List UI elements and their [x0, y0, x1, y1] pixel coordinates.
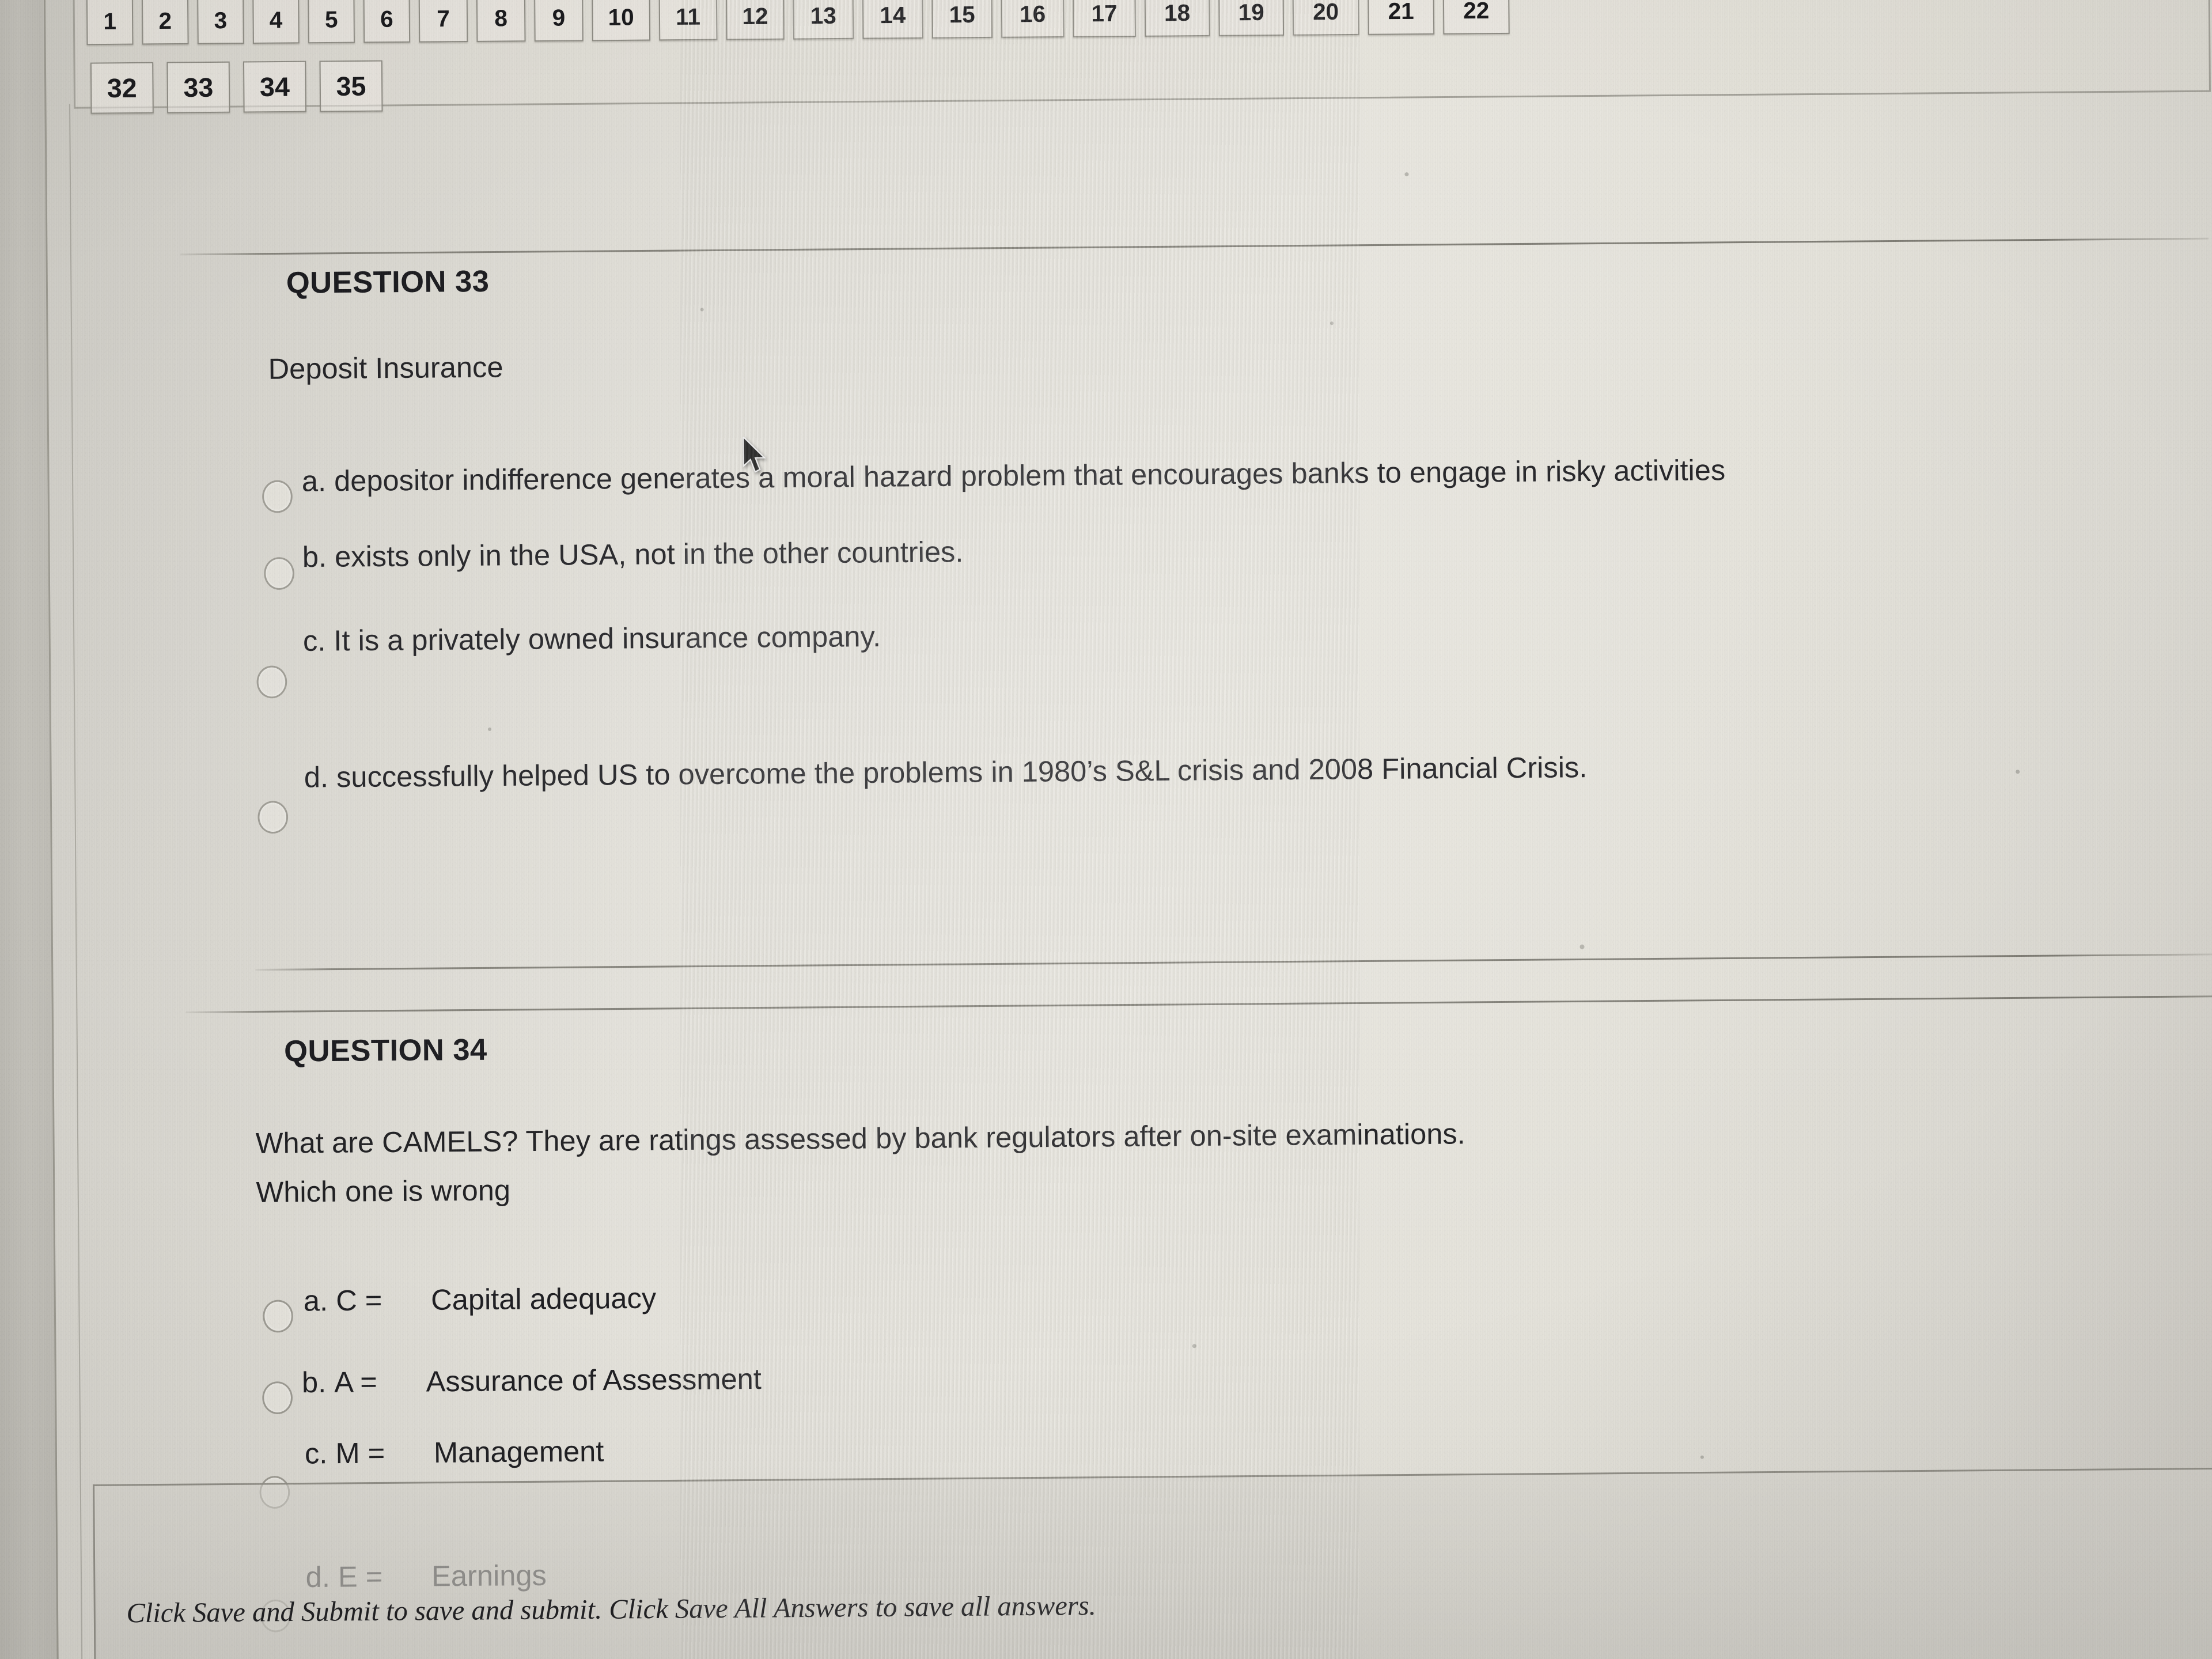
question-33-option-a-label: a. depositor indifference generates a mo…: [301, 453, 1726, 498]
question-nav-button-10[interactable]: 10: [592, 0, 651, 41]
question-nav-button-34[interactable]: 34: [243, 60, 306, 113]
question-nav-button-5[interactable]: 5: [308, 0, 355, 44]
radio-button-q34-b[interactable]: [262, 1381, 293, 1415]
divider-below-question-33: [255, 953, 2212, 971]
question-nav-button-14[interactable]: 14: [862, 0, 923, 39]
screen-photo: 1 2 3 4 5 6 7 8 9 10 11 12 13 14 15 16 17 18 19 20 21 22 32 33…: [0, 0, 2212, 1659]
question-33-stem: Deposit Insurance: [268, 350, 503, 385]
q34-c-value: Management: [433, 1434, 604, 1469]
submit-panel: [93, 1467, 2212, 1659]
question-nav-button-17[interactable]: 17: [1073, 0, 1137, 37]
question-navigator[interactable]: 1 2 3 4 5 6 7 8 9 10 11 12 13 14 15 16 17 18 19 20 21 22 32 33…: [73, 0, 2211, 114]
question-33-option-b-label: b. exists only in the USA, not in the ot…: [302, 535, 964, 574]
question-nav-button-12[interactable]: 12: [726, 0, 785, 40]
q34-b-key: A =: [334, 1365, 378, 1399]
question-34-option-c-label: c. M = Management: [305, 1434, 604, 1471]
radio-button-q33-c[interactable]: [256, 665, 287, 699]
question-navigator-row-1[interactable]: 1 2 3 4 5 6 7 8 9 10 11 12 13 14 15 16 17 18 19 20 21 22: [86, 0, 1510, 46]
radio-button-q33-a[interactable]: [262, 480, 293, 513]
question-nav-button-8[interactable]: 8: [476, 0, 526, 42]
question-nav-button-22[interactable]: 22: [1442, 0, 1510, 35]
question-nav-button-18[interactable]: 18: [1144, 0, 1210, 37]
divider-above-question-34: [185, 994, 2212, 1013]
question-nav-button-19[interactable]: 19: [1218, 0, 1285, 36]
question-nav-button-1[interactable]: 1: [86, 0, 134, 46]
question-nav-button-33[interactable]: 33: [166, 61, 230, 113]
question-33-option-c-label: c. It is a privately owned insurance com…: [302, 620, 881, 657]
question-nav-button-21[interactable]: 21: [1368, 0, 1435, 35]
question-nav-button-15[interactable]: 15: [931, 0, 993, 39]
q34-c-prefix: c.: [304, 1437, 328, 1470]
question-nav-button-32[interactable]: 32: [90, 62, 154, 114]
radio-button-q34-a[interactable]: [263, 1300, 294, 1333]
question-33-option-d-label: d. successfully helped US to overcome th…: [304, 751, 1588, 794]
q34-a-value: Capital adequacy: [430, 1282, 657, 1316]
question-navigator-row-2[interactable]: 32 33 34 35: [90, 60, 383, 114]
divider-above-question-33: [180, 237, 2209, 256]
question-nav-button-3[interactable]: 3: [197, 0, 244, 44]
radio-button-q33-d[interactable]: [257, 801, 289, 834]
question-nav-button-2[interactable]: 2: [142, 0, 189, 45]
q34-c-key: M =: [335, 1436, 385, 1470]
mouse-cursor-icon: [743, 437, 766, 473]
q34-a-prefix: a.: [303, 1284, 328, 1317]
question-nav-button-6[interactable]: 6: [363, 0, 411, 43]
question-nav-button-9[interactable]: 9: [534, 0, 584, 42]
question-nav-button-16[interactable]: 16: [1001, 0, 1065, 38]
question-33-heading: QUESTION 33: [286, 264, 490, 300]
question-nav-button-4[interactable]: 4: [252, 0, 300, 44]
q34-b-value: Assurance of Assessment: [426, 1362, 762, 1398]
q34-a-key: C =: [335, 1283, 382, 1317]
question-34-stem-line-2: Which one is wrong: [256, 1173, 511, 1209]
question-nav-button-7[interactable]: 7: [418, 0, 468, 43]
question-34-option-a-label: a. C = Capital adequacy: [304, 1281, 657, 1319]
content-left-rule: [69, 104, 83, 1659]
question-nav-button-13[interactable]: 13: [793, 0, 854, 40]
q34-b-prefix: b.: [301, 1366, 327, 1399]
question-34-option-b-label: b. A = Assurance of Assessment: [302, 1361, 762, 1400]
radio-button-q33-b[interactable]: [264, 557, 295, 590]
question-nav-button-35[interactable]: 35: [319, 60, 383, 112]
browser-left-gutter: [0, 0, 57, 1659]
question-nav-button-11[interactable]: 11: [658, 0, 718, 41]
question-34-stem-line-1: What are CAMELS? They are ratings assess…: [255, 1117, 1465, 1160]
question-34-heading: QUESTION 34: [283, 1033, 487, 1069]
question-nav-button-20[interactable]: 20: [1292, 0, 1359, 36]
